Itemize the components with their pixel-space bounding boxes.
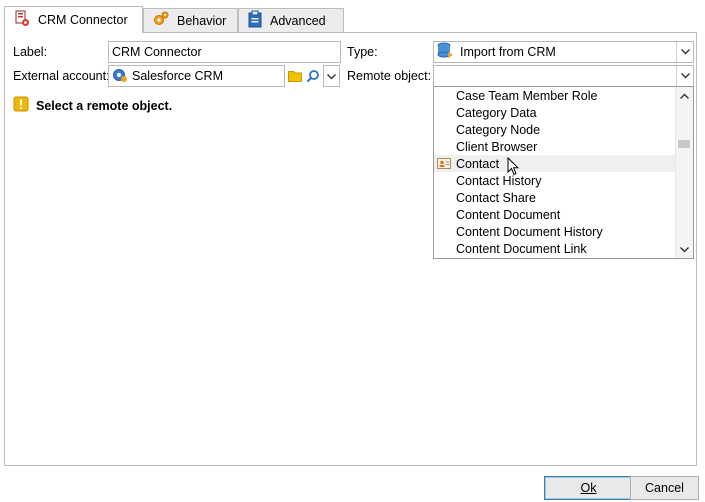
tab-label: Advanced	[270, 13, 326, 28]
database-import-icon	[437, 42, 455, 62]
ok-button[interactable]: Ok	[544, 476, 633, 500]
folder-icon[interactable]	[286, 65, 304, 87]
list-item[interactable]: Content Document Link	[434, 240, 676, 257]
remote-object-caption: Remote object:	[347, 69, 432, 83]
list-item[interactable]: Contact Share	[434, 189, 676, 206]
gears-icon	[152, 10, 170, 31]
list-item-label: Contact History	[456, 173, 542, 188]
scrollbar-thumb[interactable]	[678, 140, 690, 148]
external-account-input[interactable]: Salesforce CRM	[108, 65, 285, 87]
dropdown-scrollbar[interactable]	[675, 87, 693, 258]
type-caption: Type:	[347, 45, 378, 59]
list-item[interactable]: Content Document	[434, 206, 676, 223]
type-select-value: Import from CRM	[460, 45, 556, 59]
warning-icon	[13, 96, 29, 115]
chevron-down-icon	[327, 69, 336, 83]
clipboard-icon	[247, 10, 263, 31]
warning-text: Select a remote object.	[36, 98, 173, 113]
list-item-label: Category Node	[456, 122, 541, 137]
list-item[interactable]: Content Document History	[434, 223, 676, 240]
list-item-label: Category Data	[456, 105, 537, 120]
label-input[interactable]: CRM Connector	[108, 41, 341, 63]
cancel-button-label: Cancel	[645, 481, 684, 495]
list-item-label: Contact Share	[456, 190, 536, 205]
account-dropdown-button[interactable]	[323, 65, 340, 87]
list-item[interactable]: Category Data	[434, 104, 676, 121]
label-input-value: CRM Connector	[112, 45, 202, 59]
warning-message: Select a remote object.	[13, 96, 172, 115]
list-item-contact[interactable]: Contact	[434, 155, 676, 176]
remote-object-dropdown[interactable]: Case Team Member Role Category Data Cate…	[433, 86, 694, 259]
list-item-label: Content Document History	[456, 224, 603, 239]
list-item[interactable]: Contact History	[434, 172, 676, 189]
tab-advanced[interactable]: Advanced	[238, 8, 344, 32]
list-item-label: Content Document	[456, 207, 561, 222]
dropdown-list: Case Team Member Role Category Data Cate…	[434, 87, 676, 258]
ok-button-label: Ok	[580, 481, 597, 495]
list-item-label: Content Document Link	[456, 241, 587, 256]
type-select[interactable]: Import from CRM	[433, 41, 694, 63]
scroll-up-icon[interactable]	[676, 87, 693, 104]
list-item-label: Client Browser	[456, 139, 538, 154]
tab-crm-connector[interactable]: CRM Connector	[4, 6, 143, 33]
scroll-down-icon[interactable]	[676, 241, 693, 258]
list-item[interactable]: Client Browser	[434, 138, 676, 155]
list-item-label: Case Team Member Role	[456, 88, 598, 103]
external-account-caption: External account:	[13, 69, 110, 83]
crm-connector-icon	[13, 10, 31, 31]
contact-card-icon	[437, 157, 452, 173]
list-item[interactable]: Category Node	[434, 121, 676, 138]
external-account-value: Salesforce CRM	[132, 69, 223, 83]
search-icon[interactable]	[304, 65, 322, 87]
list-item[interactable]: Case Team Member Role	[434, 87, 676, 104]
tab-label: CRM Connector	[38, 13, 128, 27]
label-caption: Label:	[13, 45, 48, 59]
list-item-label: Contact	[456, 156, 500, 171]
cancel-button[interactable]: Cancel	[630, 476, 699, 500]
remote-object-select[interactable]	[433, 65, 694, 87]
chevron-down-icon[interactable]	[676, 66, 693, 86]
tab-label: Behavior	[177, 13, 227, 28]
chevron-down-icon[interactable]	[676, 42, 693, 62]
tab-behavior[interactable]: Behavior	[143, 8, 238, 32]
salesforce-gear-icon	[112, 67, 128, 86]
